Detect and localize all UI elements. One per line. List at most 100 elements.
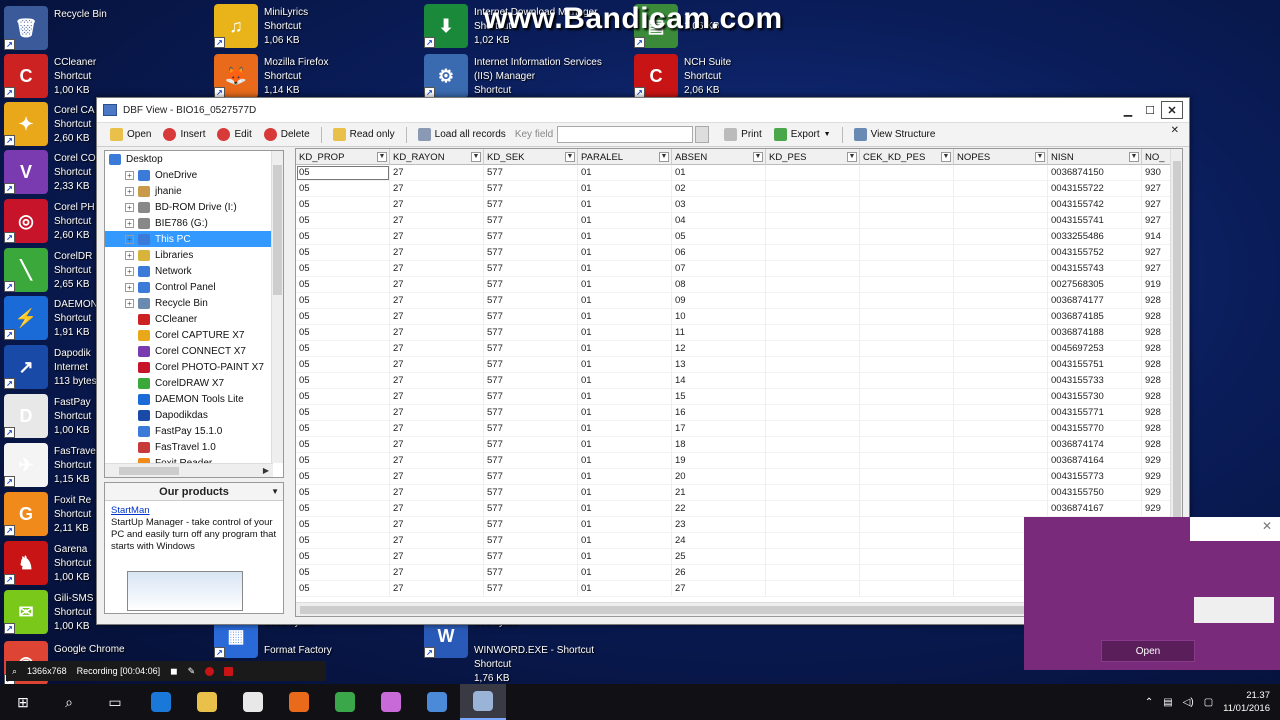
table-cell[interactable] bbox=[766, 325, 860, 341]
table-cell[interactable]: 928 bbox=[1142, 341, 1172, 357]
record-icon[interactable] bbox=[205, 666, 215, 676]
table-cell[interactable] bbox=[860, 213, 954, 229]
table-cell[interactable]: 03 bbox=[672, 197, 766, 213]
tree-item[interactable]: + OneDrive bbox=[105, 167, 283, 183]
table-cell[interactable] bbox=[766, 565, 860, 581]
taskbar-app[interactable] bbox=[460, 684, 506, 720]
close-icon[interactable]: ✕ bbox=[1171, 125, 1179, 136]
expand-icon[interactable]: + bbox=[125, 250, 134, 260]
table-cell[interactable]: 27 bbox=[390, 581, 484, 597]
column-header[interactable]: PARALEL ▼ bbox=[578, 149, 672, 165]
table-cell[interactable]: 577 bbox=[484, 309, 578, 325]
table-cell[interactable]: 21 bbox=[672, 485, 766, 501]
edit-button[interactable]: Edit bbox=[212, 126, 256, 143]
table-cell[interactable] bbox=[766, 437, 860, 453]
table-cell[interactable]: 27 bbox=[672, 581, 766, 597]
table-row[interactable]: 05 27 577 01 16 0043155771 928 bbox=[296, 405, 1172, 421]
key-field-dropdown[interactable] bbox=[695, 126, 710, 143]
table-row[interactable]: 05 27 577 01 01 0036874150 930 bbox=[296, 165, 1172, 181]
table-cell[interactable]: 577 bbox=[484, 453, 578, 469]
table-cell[interactable] bbox=[860, 293, 954, 309]
filter-dropdown-icon[interactable]: ▼ bbox=[1129, 152, 1139, 162]
table-cell[interactable]: 927 bbox=[1142, 197, 1172, 213]
table-cell[interactable]: 14 bbox=[672, 373, 766, 389]
table-cell[interactable]: 08 bbox=[672, 277, 766, 293]
table-cell[interactable]: 0043155741 bbox=[1048, 213, 1142, 229]
scroll-thumb[interactable] bbox=[1173, 161, 1181, 531]
table-cell[interactable] bbox=[954, 405, 1048, 421]
tree-item[interactable]: + BD-ROM Drive (I:) bbox=[105, 199, 283, 215]
table-row[interactable]: 05 27 577 01 09 0036874177 928 bbox=[296, 293, 1172, 309]
table-cell[interactable]: 577 bbox=[484, 437, 578, 453]
table-cell[interactable] bbox=[860, 261, 954, 277]
table-cell[interactable] bbox=[766, 501, 860, 517]
table-cell[interactable] bbox=[954, 421, 1048, 437]
table-cell[interactable]: 929 bbox=[1142, 453, 1172, 469]
tree-item[interactable]: Dapodikdas bbox=[105, 407, 283, 423]
table-cell[interactable]: 17 bbox=[672, 421, 766, 437]
table-cell[interactable]: 577 bbox=[484, 469, 578, 485]
table-cell[interactable]: 01 bbox=[578, 421, 672, 437]
pen-icon[interactable]: ✎ bbox=[188, 666, 196, 677]
table-cell[interactable]: 01 bbox=[578, 341, 672, 357]
table-cell[interactable]: 01 bbox=[578, 293, 672, 309]
table-cell[interactable]: 01 bbox=[578, 165, 672, 181]
table-cell[interactable]: 27 bbox=[390, 485, 484, 501]
tree-item[interactable]: FastPay 15.1.0 bbox=[105, 423, 283, 439]
table-row[interactable]: 05 27 577 01 07 0043155743 927 bbox=[296, 261, 1172, 277]
table-cell[interactable]: 05 bbox=[296, 485, 390, 501]
table-cell[interactable]: 22 bbox=[672, 501, 766, 517]
filter-dropdown-icon[interactable]: ▼ bbox=[659, 152, 669, 162]
table-cell[interactable]: 929 bbox=[1142, 501, 1172, 517]
table-cell[interactable]: 27 bbox=[390, 341, 484, 357]
table-cell[interactable] bbox=[954, 213, 1048, 229]
table-cell[interactable]: 01 bbox=[578, 565, 672, 581]
table-cell[interactable]: 27 bbox=[390, 309, 484, 325]
column-header[interactable]: KD_RAYON ▼ bbox=[390, 149, 484, 165]
table-cell[interactable]: 0036874177 bbox=[1048, 293, 1142, 309]
table-cell[interactable]: 577 bbox=[484, 373, 578, 389]
tree-item[interactable]: + This PC bbox=[105, 231, 283, 247]
table-cell[interactable] bbox=[860, 501, 954, 517]
column-header[interactable]: NOPES ▼ bbox=[954, 149, 1048, 165]
table-cell[interactable]: 15 bbox=[672, 389, 766, 405]
volume-icon[interactable]: ◁) bbox=[1183, 697, 1194, 708]
table-cell[interactable] bbox=[860, 421, 954, 437]
table-cell[interactable] bbox=[766, 197, 860, 213]
expand-icon[interactable]: + bbox=[125, 234, 134, 244]
table-cell[interactable]: 577 bbox=[484, 213, 578, 229]
table-cell[interactable] bbox=[954, 325, 1048, 341]
table-row[interactable]: 05 27 577 01 03 0043155742 927 bbox=[296, 197, 1172, 213]
table-cell[interactable]: 27 bbox=[390, 565, 484, 581]
table-cell[interactable]: 928 bbox=[1142, 405, 1172, 421]
table-row[interactable]: 05 27 577 01 14 0043155733 928 bbox=[296, 373, 1172, 389]
table-cell[interactable] bbox=[860, 517, 954, 533]
table-cell[interactable] bbox=[766, 469, 860, 485]
expand-icon[interactable]: + bbox=[125, 202, 134, 212]
table-cell[interactable]: 05 bbox=[296, 229, 390, 245]
taskbar-app[interactable] bbox=[230, 684, 276, 720]
filter-dropdown-icon[interactable]: ▼ bbox=[1035, 152, 1045, 162]
table-cell[interactable] bbox=[766, 373, 860, 389]
table-cell[interactable]: 577 bbox=[484, 245, 578, 261]
table-cell[interactable]: 577 bbox=[484, 229, 578, 245]
table-cell[interactable]: 928 bbox=[1142, 389, 1172, 405]
table-cell[interactable]: 27 bbox=[390, 549, 484, 565]
table-cell[interactable] bbox=[860, 437, 954, 453]
table-cell[interactable]: 577 bbox=[484, 357, 578, 373]
table-cell[interactable] bbox=[766, 261, 860, 277]
table-cell[interactable]: 27 bbox=[390, 245, 484, 261]
table-cell[interactable]: 577 bbox=[484, 405, 578, 421]
open-button[interactable]: Open bbox=[105, 126, 156, 143]
table-row[interactable]: 05 27 577 01 17 0043155770 928 bbox=[296, 421, 1172, 437]
table-cell[interactable] bbox=[954, 293, 1048, 309]
table-cell[interactable]: 928 bbox=[1142, 357, 1172, 373]
table-cell[interactable]: 01 bbox=[578, 581, 672, 597]
table-cell[interactable]: 577 bbox=[484, 549, 578, 565]
table-cell[interactable]: 0043155773 bbox=[1048, 469, 1142, 485]
tree-horizontal-scrollbar[interactable]: ▶ bbox=[105, 463, 273, 477]
table-cell[interactable] bbox=[766, 357, 860, 373]
table-cell[interactable]: 27 bbox=[390, 453, 484, 469]
table-cell[interactable]: 05 bbox=[296, 501, 390, 517]
table-cell[interactable]: 05 bbox=[296, 197, 390, 213]
